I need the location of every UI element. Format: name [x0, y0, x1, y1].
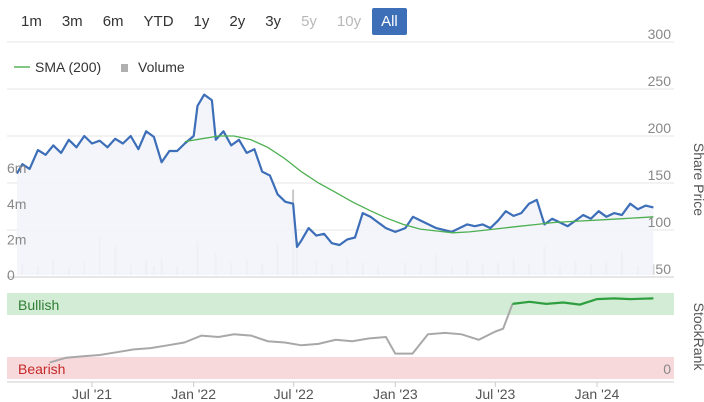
- price-tick-label: 150: [648, 167, 672, 183]
- price-axis-label: Share Price: [691, 143, 704, 216]
- time-tick-label: Jan '22: [171, 386, 216, 402]
- volume-tick-label: 0: [7, 267, 15, 283]
- time-tick-label: Jan '23: [373, 386, 418, 402]
- bullish-label: Bullish: [18, 297, 59, 313]
- price-chart: 50 100 150 200 250 300 0 2m 4m 6m Share Price SM…: [7, 26, 704, 402]
- chart-legend: SMA (200) Volume: [14, 59, 185, 75]
- price-panel: 50 100 150 200 250 300 0 2m 4m 6m Share Price: [7, 26, 704, 283]
- time-axis: Jul '21 Jan '22 Jul '22 Jan '23 Jul '23 Jan '…: [7, 381, 674, 402]
- volume-tick-label: 4m: [7, 196, 26, 212]
- price-tick-label: 100: [648, 214, 672, 230]
- bearish-label: Bearish: [18, 361, 65, 377]
- price-tick-label: 300: [648, 26, 672, 42]
- time-tick-label: Jul '23: [475, 386, 515, 402]
- volume-tick-label: 2m: [7, 231, 26, 247]
- legend-sma-label: SMA (200): [35, 59, 101, 75]
- stockrank-panel: Bullish Bearish 0 StockRank: [7, 293, 704, 379]
- price-tick-label: 50: [655, 261, 671, 277]
- stockrank-axis-ticks: 0: [663, 361, 671, 377]
- price-tick-label: 200: [648, 120, 672, 136]
- price-tick-label: 250: [648, 73, 672, 89]
- legend-volume-label: Volume: [138, 59, 185, 75]
- stockrank-tick-label: 0: [663, 361, 671, 377]
- time-tick-label: Jul '21: [72, 386, 112, 402]
- volume-tick-label: 6m: [7, 160, 26, 176]
- bearish-band: [7, 357, 674, 379]
- time-tick-label: Jan '24: [575, 386, 620, 402]
- legend-volume-swatch: [121, 64, 128, 72]
- stockrank-axis-label: StockRank: [691, 303, 704, 372]
- time-tick-label: Jul '22: [274, 386, 314, 402]
